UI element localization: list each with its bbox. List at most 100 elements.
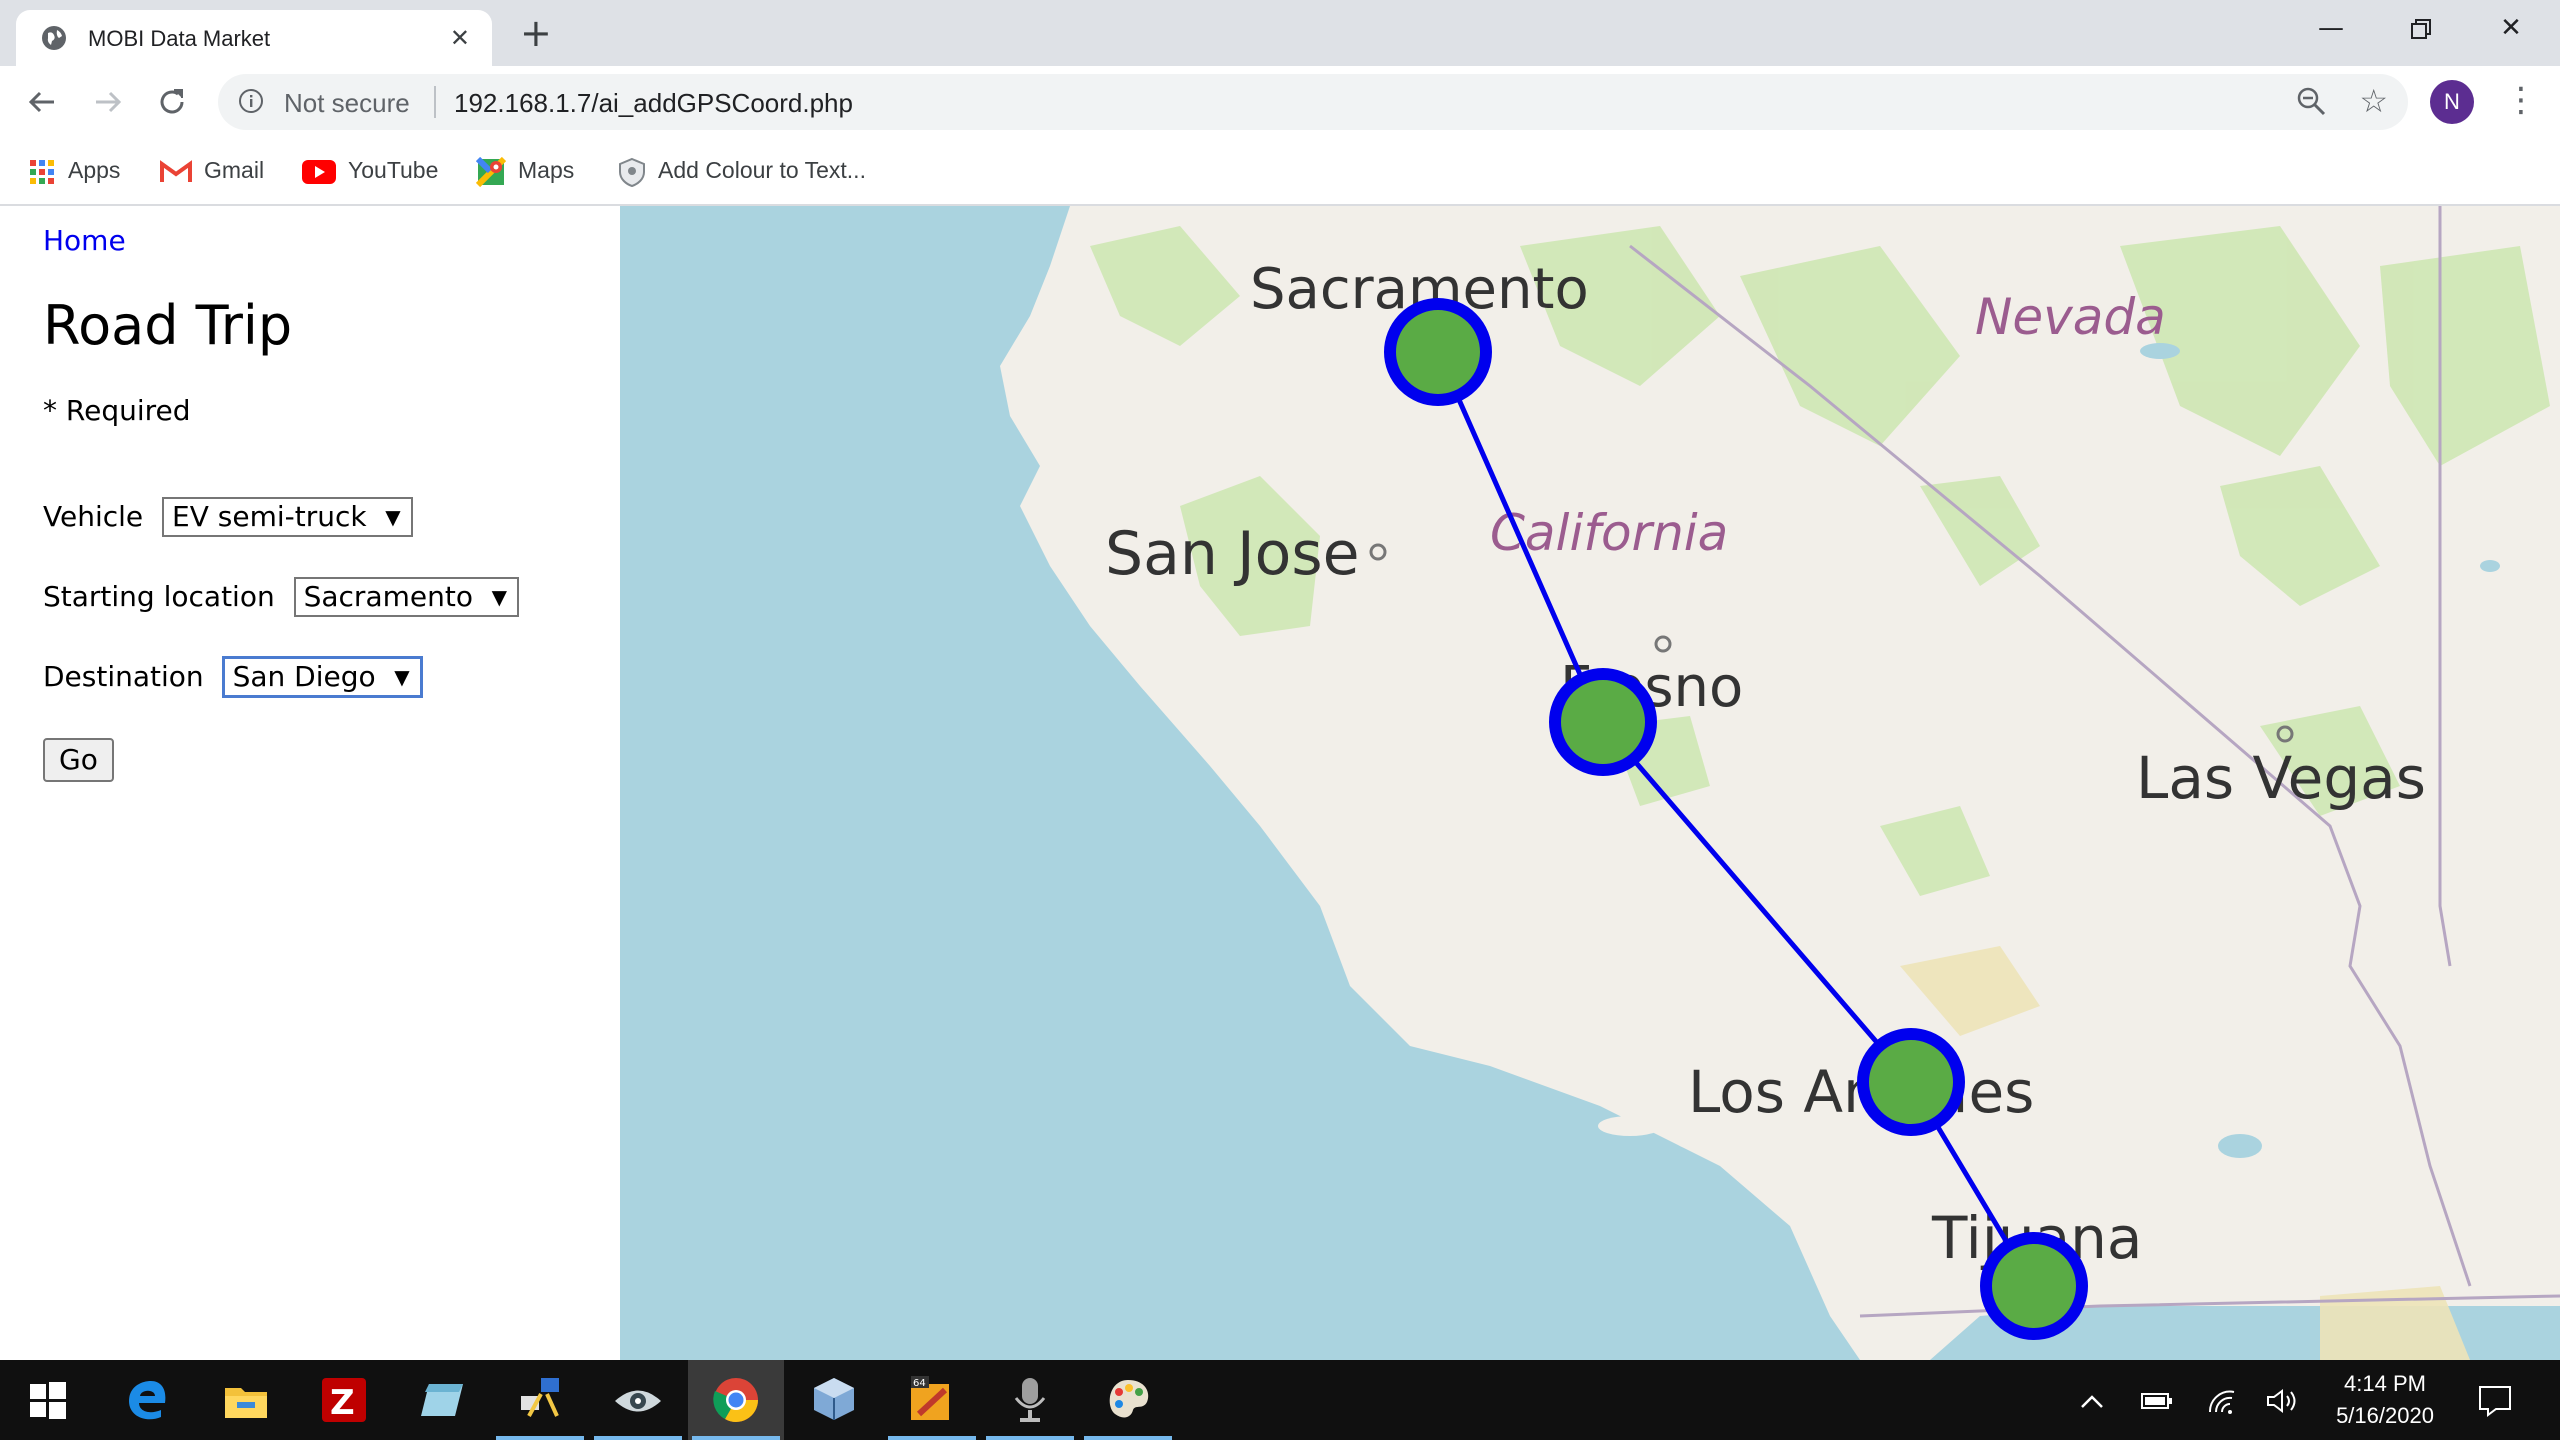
taskbar-sublime[interactable]: 64	[884, 1360, 980, 1440]
running-indicator	[594, 1436, 682, 1440]
action-center-button[interactable]	[2478, 1360, 2512, 1440]
notification-icon	[2479, 1386, 2511, 1417]
taskbar-filezilla[interactable]: Z	[296, 1360, 392, 1440]
sublime-64-icon: 64	[911, 1376, 949, 1420]
map-canvas: Sacramento Nevada San Jose California Fr…	[1000, 206, 2560, 1360]
map-label-san-jose: San Jose	[1105, 519, 1360, 589]
browser-tab[interactable]: MOBI Data Market ✕	[16, 10, 492, 66]
taskbar-chrome[interactable]	[688, 1360, 784, 1440]
tab-strip: MOBI Data Market ✕ + — ✕	[0, 0, 2560, 66]
omnibox-divider	[434, 86, 436, 118]
dropdown-arrow-icon: ▼	[385, 505, 401, 529]
speaker-icon	[2267, 1389, 2296, 1413]
route-marker-los-angeles[interactable]	[1857, 1028, 1965, 1136]
start-label: Starting location	[43, 580, 275, 613]
microphone-icon	[1014, 1378, 1046, 1422]
taskbar-network-tool[interactable]	[492, 1360, 588, 1440]
notepad-icon	[421, 1384, 463, 1416]
restore-button[interactable]	[2376, 8, 2466, 48]
required-note: * Required	[43, 394, 191, 427]
profile-avatar[interactable]: N	[2430, 80, 2474, 124]
clock-time: 4:14 PM	[2344, 1371, 2426, 1396]
page-content: Home Road Trip * Required Vehicle EV sem…	[0, 206, 2560, 1360]
clock-date: 5/16/2020	[2336, 1403, 2434, 1428]
forward-button[interactable]	[86, 80, 130, 124]
wifi-icon	[2208, 1390, 2235, 1414]
forward-arrow-icon	[96, 91, 122, 113]
info-icon[interactable]	[238, 88, 264, 114]
dropdown-arrow-icon: ▼	[491, 585, 507, 609]
start-button[interactable]	[0, 1360, 96, 1440]
taskbar-paint[interactable]	[1080, 1360, 1176, 1440]
back-button[interactable]	[20, 80, 64, 124]
shield-icon	[619, 157, 645, 187]
running-indicator	[496, 1436, 584, 1440]
go-button[interactable]: Go	[43, 738, 114, 782]
folder-icon	[225, 1388, 267, 1418]
start-select-value: Sacramento	[303, 580, 473, 613]
running-indicator	[692, 1436, 780, 1440]
close-window-button[interactable]: ✕	[2466, 8, 2556, 48]
bookmark-youtube[interactable]: YouTube	[302, 152, 438, 188]
route-marker-fresno[interactable]	[1549, 668, 1657, 776]
battery-icon	[2141, 1393, 2172, 1409]
taskbar-virtualbox[interactable]	[786, 1360, 882, 1440]
tray-volume-icon[interactable]	[2266, 1360, 2300, 1440]
gmail-icon	[160, 160, 192, 182]
system-clock[interactable]: 4:14 PM 5/16/2020	[2310, 1368, 2460, 1432]
browser-toolbar: Not secure 192.168.1.7/ai_addGPSCoord.ph…	[0, 66, 2560, 138]
url-text[interactable]: 192.168.1.7/ai_addGPSCoord.php	[454, 88, 853, 119]
minimize-button[interactable]: —	[2286, 8, 2376, 48]
new-tab-button[interactable]: +	[520, 14, 552, 52]
route-marker-sacramento[interactable]	[1384, 298, 1492, 406]
vehicle-select[interactable]: EV semi-truck ▼	[162, 497, 413, 537]
network-tool-icon	[521, 1378, 559, 1417]
bookmark-gmail[interactable]: Gmail	[160, 152, 264, 188]
start-select[interactable]: Sacramento ▼	[293, 577, 519, 617]
browser-menu-icon[interactable]: ⋮	[2504, 78, 2538, 122]
tray-wifi-icon[interactable]	[2206, 1360, 2238, 1440]
bookmark-add-colour[interactable]: Add Colour to Text...	[618, 152, 866, 188]
maps-icon	[476, 156, 506, 187]
taskbar-file-explorer[interactable]	[198, 1360, 294, 1440]
zoom-icon[interactable]	[2294, 84, 2328, 118]
virtualbox-icon	[814, 1378, 854, 1420]
bookmark-star-icon[interactable]: ☆	[2359, 82, 2388, 120]
apps-grid-icon	[30, 159, 54, 184]
vehicle-label: Vehicle	[43, 500, 144, 533]
running-indicator	[986, 1436, 1074, 1440]
tab-title: MOBI Data Market	[88, 26, 271, 51]
home-link[interactable]: Home	[43, 224, 126, 257]
eye-icon	[615, 1390, 661, 1412]
route-marker-tijuana[interactable]	[1980, 1232, 2088, 1340]
tray-battery-icon[interactable]	[2140, 1360, 2174, 1440]
destination-row: Destination San Diego ▼	[43, 656, 422, 697]
back-arrow-icon	[28, 91, 54, 113]
vehicle-row: Vehicle EV semi-truck ▼	[43, 496, 413, 537]
taskbar-notepad[interactable]	[394, 1360, 490, 1440]
chevron-up-icon	[2081, 1395, 2103, 1408]
tray-overflow-icon[interactable]	[2078, 1360, 2106, 1440]
tab-close-icon[interactable]: ✕	[450, 26, 470, 50]
bookmark-apps[interactable]: Apps	[28, 152, 120, 188]
reload-button[interactable]	[150, 80, 194, 124]
bookmark-label: Gmail	[204, 157, 265, 183]
globe-icon	[42, 26, 66, 50]
destination-select-value: San Diego	[232, 660, 376, 693]
youtube-icon	[302, 159, 336, 184]
map-label-nevada: Nevada	[1975, 288, 2166, 346]
destination-select[interactable]: San Diego ▼	[222, 657, 422, 697]
taskbar-microphone[interactable]	[982, 1360, 1078, 1440]
taskbar-eye-app[interactable]	[590, 1360, 686, 1440]
start-row: Starting location Sacramento ▼	[43, 576, 519, 617]
running-indicator	[888, 1436, 976, 1440]
bookmark-maps[interactable]: Maps	[476, 152, 574, 188]
address-bar[interactable]: Not secure 192.168.1.7/ai_addGPSCoord.ph…	[218, 74, 2408, 130]
route-map[interactable]: Sacramento Nevada San Jose California Fr…	[620, 206, 2560, 1360]
bookmark-label: Apps	[68, 157, 121, 183]
taskbar-edge[interactable]	[100, 1360, 196, 1440]
svg-text:64: 64	[913, 1378, 926, 1389]
bookmarks-bar: Apps Gmail YouTube Maps Add Colour to Te…	[0, 138, 2560, 206]
trip-form-panel: Home Road Trip * Required Vehicle EV sem…	[0, 206, 620, 1360]
security-indicator[interactable]: Not secure	[284, 88, 410, 119]
